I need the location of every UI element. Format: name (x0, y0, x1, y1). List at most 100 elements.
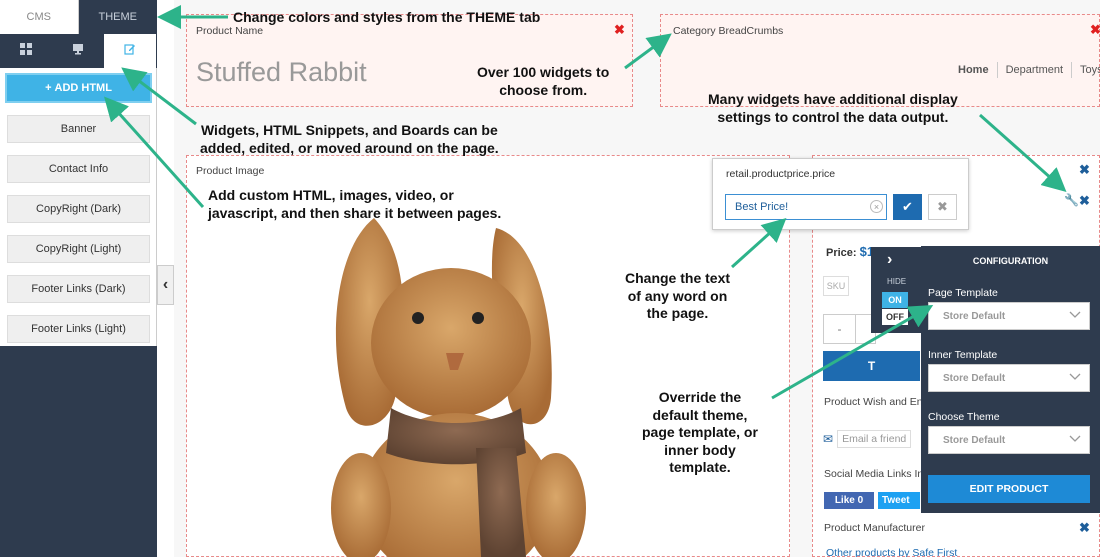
choose-theme-select[interactable]: Store Default (928, 426, 1090, 454)
breadcrumb-department[interactable]: Department (998, 62, 1073, 78)
annotation-line: default theme, (652, 406, 748, 423)
snippet-item-copyright-dark[interactable]: CopyRight (Dark) (7, 195, 150, 223)
close-icon[interactable]: ✖ (1079, 520, 1090, 536)
sku-label: SKU (823, 276, 849, 296)
toggle-off-button[interactable]: OFF (882, 309, 908, 325)
annotation-line: added, edited, or moved around on the pa… (200, 139, 499, 156)
annotation-line: Over 100 widgets to (477, 64, 610, 80)
close-icon[interactable]: ✖ (1079, 193, 1090, 209)
annotation-theme-tab: Change colors and styles from the THEME … (233, 9, 541, 25)
configuration-title: CONFIGURATION (972, 256, 1049, 266)
snippets-panel: + ADD HTML Banner Contact Info CopyRight… (0, 68, 157, 346)
sidebar-collapse-button[interactable]: ‹ (157, 265, 174, 305)
editor-text-input[interactable] (725, 194, 887, 220)
widgets-tab[interactable] (0, 34, 52, 68)
snippet-item-footer-links-light[interactable]: Footer Links (Light) (7, 315, 150, 343)
annotation-line: Change the text (625, 270, 731, 286)
email-friend-link[interactable]: ✉ Email a friend (823, 430, 912, 448)
tab-theme[interactable]: THEME (78, 0, 157, 34)
page-template-label: Page Template (928, 287, 998, 299)
quantity-decrement-button[interactable]: - (823, 314, 856, 344)
configuration-panel: CONFIGURATION Page Template Store Defaul… (921, 246, 1100, 513)
annotation-display-settings: Many widgets have additional display set… (708, 91, 958, 126)
hide-toggle-panel: › HIDE ON OFF (871, 247, 921, 333)
annotation-override: Override the default theme, page templat… (642, 389, 758, 477)
toggle-on-button[interactable]: ON (882, 292, 908, 308)
edit-snippet-icon (124, 42, 136, 60)
annotation-line: javascript, and then share it between pa… (208, 204, 502, 221)
envelope-icon: ✉ (823, 432, 834, 446)
snippet-item-contact-info[interactable]: Contact Info (7, 155, 150, 183)
add-to-cart-button[interactable]: T (823, 351, 920, 381)
inner-template-value: Store Default (943, 372, 1006, 384)
close-icon[interactable]: ✖ (1079, 162, 1090, 178)
sidebar-tabs: CMS THEME (0, 0, 157, 34)
chevron-down-icon (1069, 311, 1081, 322)
edit-product-button[interactable]: EDIT PRODUCT (928, 475, 1090, 503)
widget-label-wish: Product Wish and En (824, 396, 923, 408)
annotation-widgets-snippets: Widgets, HTML Snippets, and Boards can b… (200, 122, 499, 157)
annotation-line: Widgets, HTML Snippets, and Boards can b… (200, 122, 498, 138)
close-icon[interactable]: ✖ (1090, 22, 1100, 38)
tweet-button[interactable]: Tweet (878, 492, 920, 509)
inner-template-select[interactable]: Store Default (928, 364, 1090, 392)
annotation-line: template. (669, 459, 731, 475)
annotation-change-text: Change the text of any word on the page. (625, 270, 730, 323)
widget-label-social: Social Media Links In (824, 468, 924, 480)
breadcrumb-toys[interactable]: Toys (1072, 62, 1100, 78)
add-html-label: ADD HTML (54, 82, 112, 94)
manufacturer-link[interactable]: Other products by Safe First (826, 547, 957, 557)
inner-template-label: Inner Template (928, 349, 998, 361)
breadcrumb-home[interactable]: Home (950, 62, 998, 78)
widget-label-product-image: Product Image (196, 165, 265, 177)
annotation-line: Add custom HTML, images, video, or (208, 187, 454, 203)
choose-theme-label: Choose Theme (928, 411, 1000, 423)
snippet-item-copyright-light[interactable]: CopyRight (Light) (7, 235, 150, 263)
annotation-line: the page. (646, 305, 709, 321)
tab-cms[interactable]: CMS (0, 0, 79, 34)
page-template-select[interactable]: Store Default (928, 302, 1090, 330)
product-title[interactable]: Stuffed Rabbit (196, 57, 367, 88)
annotation-line: of any word on (627, 287, 728, 304)
annotation-line: inner body (664, 441, 736, 458)
annotation-widgets-count: Over 100 widgets to choose from. (477, 64, 609, 99)
close-icon: ✖ (937, 199, 948, 214)
editor-confirm-button[interactable]: ✔ (893, 194, 922, 220)
widget-label-manufacturer: Product Manufacturer (824, 522, 925, 534)
annotation-line: settings to control the data output. (717, 108, 949, 125)
snippet-item-banner[interactable]: Banner (7, 115, 150, 143)
annotation-custom-html: Add custom HTML, images, video, or javas… (208, 187, 501, 222)
choose-theme-value: Store Default (943, 434, 1006, 446)
price-label: Price: (826, 247, 857, 259)
snippets-tab[interactable] (104, 34, 156, 68)
chevron-down-icon (1069, 435, 1081, 446)
boards-icon (72, 42, 84, 60)
annotation-line: Many widgets have additional display (708, 91, 958, 107)
product-price: Price: $1 (826, 244, 874, 259)
plus-icon: + (45, 82, 52, 94)
annotation-line: Override the (658, 389, 742, 405)
product-image-stuffed-rabbit (331, 218, 586, 557)
boards-tab[interactable] (52, 34, 104, 68)
widgets-grid-icon (20, 42, 32, 60)
page-template-value: Store Default (943, 310, 1006, 322)
add-html-button[interactable]: + ADD HTML (5, 73, 152, 103)
facebook-like-button[interactable]: Like 0 (824, 492, 874, 509)
email-friend-label: Email a friend (837, 430, 912, 448)
clear-input-icon[interactable]: × (870, 200, 883, 213)
breadcrumb: Home Department Toys (950, 62, 1100, 78)
hide-label: HIDE (887, 277, 907, 286)
checkmark-icon: ✔ (902, 199, 913, 214)
editor-cancel-button[interactable]: ✖ (928, 194, 957, 220)
snippet-item-footer-links-dark[interactable]: Footer Links (Dark) (7, 275, 150, 303)
wrench-icon[interactable]: 🔧 (1064, 193, 1079, 207)
editor-field-key: retail.productprice.price (726, 168, 836, 180)
chevron-right-icon[interactable]: › (887, 251, 892, 269)
widget-label-breadcrumbs: Category BreadCrumbs (673, 25, 784, 37)
sidebar-icon-tabs (0, 34, 157, 68)
annotation-line: page template, or (642, 424, 758, 440)
close-icon[interactable]: ✖ (614, 22, 625, 38)
chevron-left-icon: ‹ (162, 276, 169, 293)
inline-text-editor: retail.productprice.price × ✔ ✖ (712, 158, 969, 230)
widget-label-product-name: Product Name (196, 25, 264, 37)
